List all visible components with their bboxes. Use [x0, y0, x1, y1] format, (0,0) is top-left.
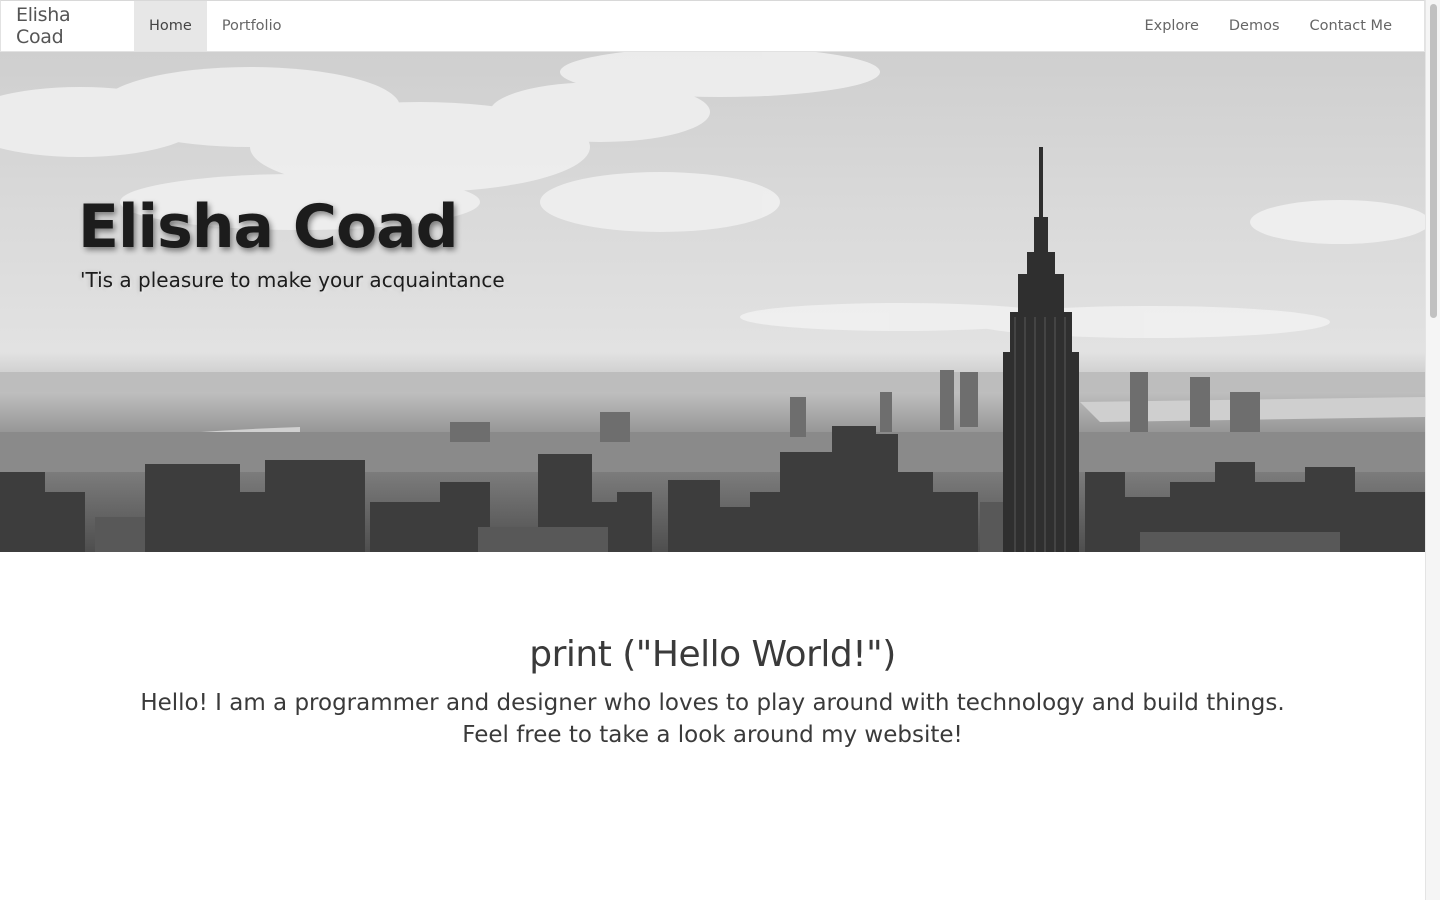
- nav-item-explore[interactable]: Explore: [1129, 1, 1213, 51]
- nav-item-demos[interactable]: Demos: [1214, 1, 1295, 51]
- hero-banner: Elisha Coad 'Tis a pleasure to make your…: [0, 52, 1425, 552]
- top-navbar: Elisha Coad Home Portfolio Explore Demos…: [0, 0, 1425, 52]
- city-skyline-image: [0, 52, 1425, 552]
- nav-item-home[interactable]: Home: [134, 1, 207, 51]
- intro-text: Hello! I am a programmer and designer wh…: [0, 687, 1425, 751]
- intro-heading: print ("Hello World!"): [529, 634, 896, 675]
- intro-line-2: Feel free to take a look around my websi…: [462, 722, 963, 748]
- brand-link[interactable]: Elisha Coad: [1, 1, 134, 51]
- intro-section: print ("Hello World!") Hello! I am a pro…: [0, 552, 1425, 751]
- intro-line-1: Hello! I am a programmer and designer wh…: [140, 690, 1285, 716]
- nav-right-menu: Explore Demos Contact Me: [1129, 1, 1407, 51]
- page-scrollbar[interactable]: [1425, 0, 1440, 900]
- hero-subtitle: 'Tis a pleasure to make your acquaintanc…: [80, 268, 505, 292]
- scrollbar-thumb[interactable]: [1430, 4, 1437, 318]
- hero-title: Elisha Coad: [78, 192, 459, 262]
- nav-item-contact-me[interactable]: Contact Me: [1295, 1, 1407, 51]
- nav-item-portfolio[interactable]: Portfolio: [207, 1, 297, 51]
- nav-left-menu: Home Portfolio: [134, 1, 296, 51]
